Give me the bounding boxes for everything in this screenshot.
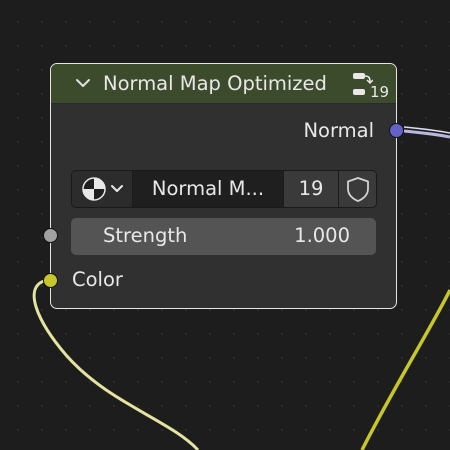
node-title: Normal Map Optimized: [103, 72, 327, 95]
node-tree-users-button[interactable]: 19: [283, 171, 338, 207]
node-group-users-indicator[interactable]: 19: [351, 69, 393, 101]
strength-value: 1.000: [294, 224, 350, 247]
color-output-link: [360, 289, 450, 450]
normal-output-socket[interactable]: [389, 123, 404, 138]
chevron-down-icon[interactable]: [75, 75, 91, 91]
shield-icon: [347, 177, 369, 202]
input-label-color: Color: [72, 268, 123, 291]
strength-input-socket[interactable]: [43, 228, 58, 243]
strength-field[interactable]: Strength 1.000: [71, 218, 376, 255]
fake-user-button[interactable]: [338, 171, 376, 207]
node-tree-name-field[interactable]: Normal M...: [133, 171, 283, 207]
output-label-normal: Normal: [303, 119, 374, 142]
strength-label: Strength: [103, 224, 188, 247]
node-tree-selector[interactable]: Normal M... 19: [71, 170, 377, 208]
node-group-node[interactable]: Normal Map Optimized 19 Normal Normal M.…: [50, 63, 397, 309]
color-input-socket[interactable]: [43, 273, 58, 288]
node-header[interactable]: Normal Map Optimized 19: [51, 64, 396, 104]
users-count: 19: [370, 83, 390, 101]
node-tree-icon: [82, 177, 123, 201]
node-tree-type-dropdown[interactable]: [72, 171, 133, 207]
